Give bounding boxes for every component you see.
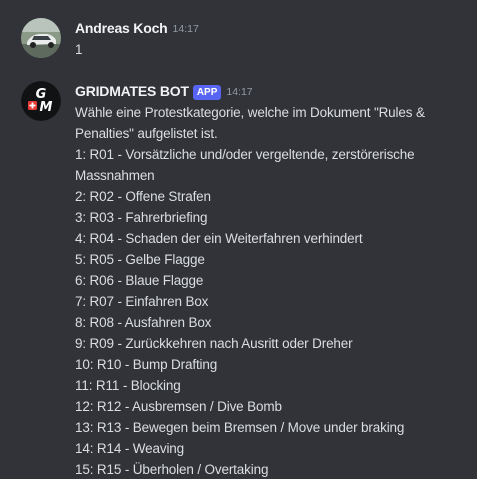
bot-avatar[interactable]: G M (21, 81, 61, 121)
timestamp: 14:17 (226, 86, 253, 98)
category-item: 15: R15 - Überholen / Overtaking (75, 462, 269, 477)
user-avatar[interactable] (21, 18, 61, 58)
category-item: 8: R08 - Ausfahren Box (75, 315, 212, 330)
category-item: 11: R11 - Blocking (75, 378, 181, 393)
car-photo-icon (21, 18, 61, 58)
logo-letter-m: M (40, 100, 53, 115)
message-text: 1 (75, 42, 83, 57)
bot-username[interactable]: GRIDMATES BOT (75, 83, 189, 99)
category-item: 3: R03 - Fahrerbriefing (75, 210, 208, 225)
app-badge: APP (192, 85, 222, 100)
category-item: 7: R07 - Einfahren Box (75, 294, 209, 309)
username[interactable]: Andreas Koch (75, 20, 168, 36)
category-item: 14: R14 - Weaving (75, 441, 185, 456)
message-andreas-koch: Andreas Koch 14:17 1 (0, 14, 477, 58)
message-gridmates-bot: G M GRIDMATES BOT APP 14:17 Wähle eine Pro… (0, 77, 477, 479)
category-item: 5: R05 - Gelbe Flagge (75, 252, 205, 267)
category-item: 12: R12 - Ausbremsen / Dive Bomb (75, 399, 282, 414)
timestamp: 14:17 (172, 23, 199, 35)
category-item: 6: R06 - Blaue Flagge (75, 273, 204, 288)
chat-messages: Andreas Koch 14:17 1 G M GRIDMATES BOT APP… (0, 0, 477, 479)
gridmates-logo-icon: G M (21, 81, 61, 121)
category-item: 2: R02 - Offene Strafen (75, 189, 211, 204)
category-item: 1: R01 - Vorsätzliche und/oder vergelten… (75, 147, 415, 183)
category-item: 13: R13 - Bewegen beim Bremsen / Move un… (75, 420, 405, 435)
category-item: 10: R10 - Bump Drafting (75, 357, 218, 372)
category-item: 9: R09 - Zurückkehren nach Ausritt oder … (75, 336, 353, 351)
category-item: 4: R04 - Schaden der ein Weiterfahren ve… (75, 231, 363, 246)
bot-intro-text: Wähle eine Protestkategorie, welche im D… (75, 105, 425, 141)
